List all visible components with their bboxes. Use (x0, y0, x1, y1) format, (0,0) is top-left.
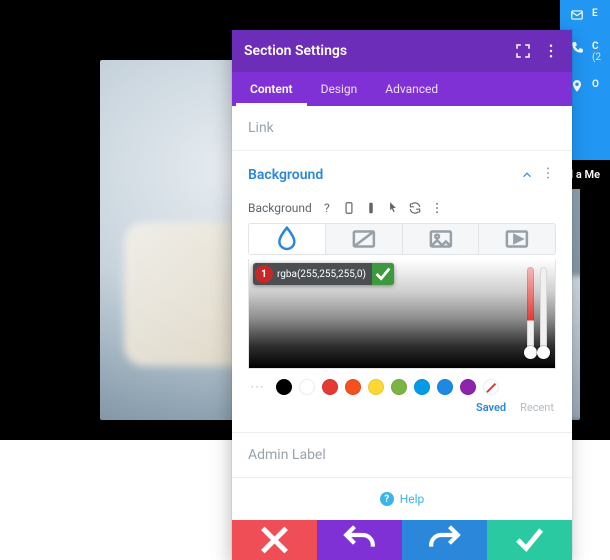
panel-tabs: Content Design Advanced (232, 72, 572, 106)
tablet-icon[interactable] (342, 201, 356, 215)
undo-button[interactable] (317, 520, 402, 560)
swatch[interactable] (368, 379, 384, 395)
group-label: Link (248, 120, 556, 136)
swatch-none[interactable] (483, 379, 499, 395)
settings-panel: Section Settings Content Design Advanced… (232, 30, 572, 560)
color-value-chip: 1 rgba(255,255,255,0) (253, 263, 394, 285)
color-picker[interactable]: 1 rgba(255,255,255,0) (248, 259, 556, 369)
background-body: Background ? 1 rgb (232, 199, 572, 432)
contact-label: O (592, 79, 599, 90)
panel-footer (232, 520, 572, 560)
contact-label: E (592, 8, 598, 19)
menu-dots-icon[interactable] (542, 42, 560, 60)
tab-content[interactable]: Content (236, 72, 307, 106)
color-sliders (527, 267, 547, 356)
help-icon[interactable]: ? (320, 201, 334, 215)
slider-knob[interactable] (524, 346, 537, 359)
mail-icon (570, 8, 584, 25)
panel-body: Link Background Background ? (232, 106, 572, 520)
expand-icon[interactable] (514, 42, 532, 60)
group-link: Link (232, 106, 572, 151)
swatch[interactable] (460, 379, 476, 395)
contact-sub: (2 (592, 52, 601, 63)
bg-tab-image[interactable] (403, 224, 480, 254)
field-label: Background (248, 201, 312, 215)
panel-header: Section Settings (232, 30, 572, 72)
group-background: Background Background ? (232, 151, 572, 433)
palette-mode-row: Saved Recent (248, 399, 556, 418)
group-admin-header[interactable]: Admin Label (232, 433, 572, 477)
panel-title: Section Settings (244, 43, 504, 59)
phone-icon (570, 41, 584, 58)
swatch[interactable] (322, 379, 338, 395)
swatch[interactable] (437, 379, 453, 395)
slider-knob[interactable] (537, 346, 550, 359)
contact-label: C (592, 41, 599, 52)
palette-saved[interactable]: Saved (476, 401, 506, 414)
cancel-button[interactable] (232, 520, 317, 560)
hue-slider[interactable] (527, 267, 534, 356)
background-field-row: Background ? (248, 201, 556, 215)
swatch[interactable] (414, 379, 430, 395)
redo-button[interactable] (402, 520, 487, 560)
group-link-header[interactable]: Link (232, 106, 572, 150)
group-admin-label: Admin Label (232, 433, 572, 478)
help-link[interactable]: ? Help (232, 478, 572, 520)
group-label: Admin Label (248, 447, 556, 463)
swatch-row: ⋯ (248, 369, 556, 399)
phone-small-icon[interactable] (364, 201, 378, 215)
background-type-tabs (248, 223, 556, 255)
contact-email[interactable]: E (560, 0, 610, 33)
swatch[interactable] (345, 379, 361, 395)
swatch[interactable] (391, 379, 407, 395)
help-circle-icon: ? (380, 492, 394, 506)
field-options-icon[interactable] (430, 201, 444, 215)
tab-advanced[interactable]: Advanced (371, 72, 452, 106)
tab-design[interactable]: Design (307, 72, 372, 106)
chevron-up-icon (520, 168, 534, 182)
apply-button[interactable] (487, 520, 572, 560)
hover-icon[interactable] (386, 201, 400, 215)
group-background-header[interactable]: Background (232, 151, 572, 199)
bg-tab-video[interactable] (479, 224, 555, 254)
swatch[interactable] (276, 379, 292, 395)
bg-tab-color[interactable] (249, 224, 326, 254)
swatch[interactable] (299, 379, 315, 395)
alpha-slider[interactable] (540, 267, 547, 356)
group-options-icon[interactable] (540, 165, 556, 185)
swatch-options-icon[interactable]: ⋯ (250, 379, 269, 395)
step-badge: 1 (255, 265, 273, 283)
group-label: Background (248, 167, 520, 183)
pin-icon (570, 79, 584, 96)
bg-tab-gradient[interactable] (326, 224, 403, 254)
confirm-color-button[interactable] (372, 263, 394, 285)
palette-recent[interactable]: Recent (520, 401, 554, 414)
help-label: Help (400, 492, 425, 506)
reset-icon[interactable] (408, 201, 422, 215)
color-value[interactable]: rgba(255,255,255,0) (277, 265, 372, 284)
